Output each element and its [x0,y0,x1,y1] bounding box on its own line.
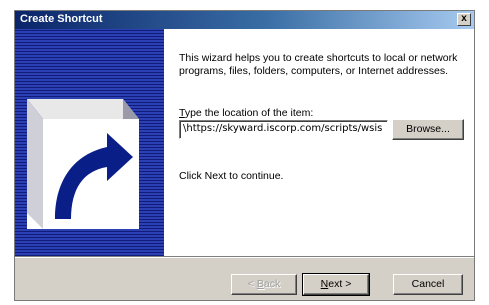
back-prefix: < [247,278,257,290]
continue-hint: Click Next to continue. [179,170,284,182]
wizard-banner [15,29,164,256]
cancel-button[interactable]: Cancel [393,274,463,295]
title-bar[interactable]: Create Shortcut x [15,11,474,29]
back-mnemonic: B [256,278,264,290]
wizard-panel: This wizard helps you to create shortcut… [15,29,474,256]
back-label-rest: ack [263,278,281,290]
intro-text: This wizard helps you to create shortcut… [179,52,458,77]
shortcut-arrow-icon [27,99,139,229]
cancel-label: Cancel [411,278,445,290]
next-label-rest: ext > [328,278,352,290]
location-label-text: ype the location of the item: [184,107,314,119]
back-button[interactable]: < Back [231,274,297,295]
browse-label: Browse... [406,123,450,135]
button-divider [15,256,474,258]
next-button[interactable]: Next > [302,273,370,296]
dialog-title: Create Shortcut [20,13,103,25]
browse-button[interactable]: Browse... [392,119,464,140]
location-input[interactable]: \https://skyward.iscorp.com/scripts/wsis [179,120,388,139]
location-label: Type the location of the item: [179,107,313,119]
close-button[interactable]: x [457,13,471,26]
close-icon: x [461,13,467,24]
create-shortcut-dialog: Create Shortcut x This wizard helps you … [14,10,475,301]
